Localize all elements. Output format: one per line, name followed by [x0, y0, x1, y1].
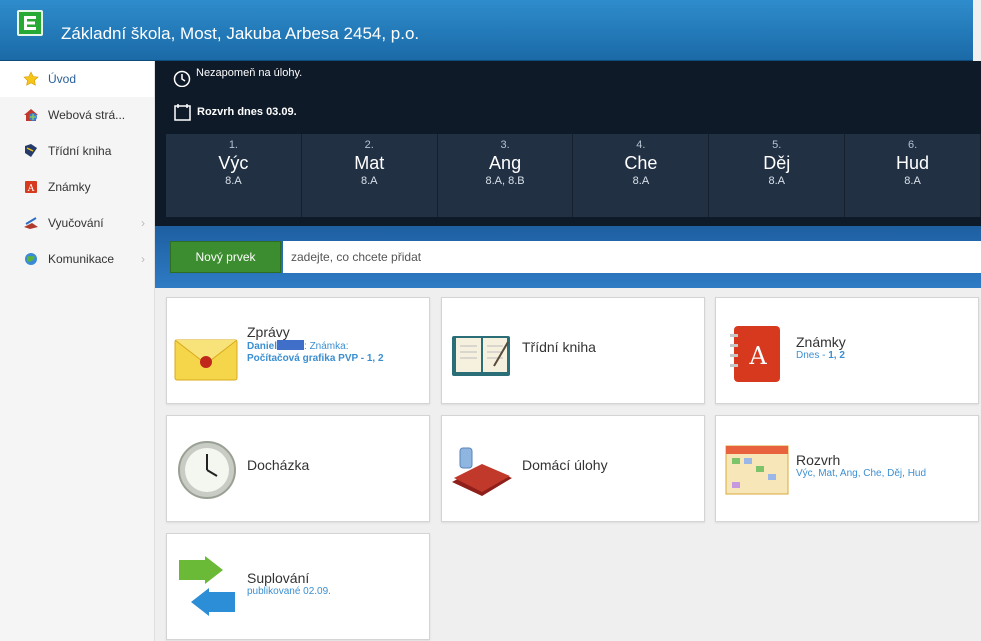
svg-text:A: A [748, 342, 767, 370]
teaching-icon [23, 215, 39, 231]
lesson-cell[interactable]: 2. Mat 8.A [301, 134, 438, 217]
header-edge [973, 0, 981, 61]
lesson-number: 2. [364, 139, 374, 151]
top-bar: Základní škola, Most, Jakuba Arbesa 2454… [0, 0, 981, 61]
today-schedule: 1. Výc 8.A 2. Mat 8.A 3. Ang 8.A, 8.B 4.… [166, 134, 981, 217]
svg-text:A: A [27, 184, 35, 194]
tile-title: Zprávy [247, 324, 290, 340]
lesson-cell[interactable]: 3. Ang 8.A, 8.B [437, 134, 574, 217]
module-tiles: Zprávy Daniel : Známka: Počítačová grafik… [155, 288, 981, 641]
sidebar-item-komunikace[interactable]: Komunikace › [0, 241, 154, 277]
schedule-heading-text: Rozvrh dnes 03.09. [197, 106, 297, 118]
sidebar-item-uvod[interactable]: Úvod [0, 61, 154, 97]
homework-icon [448, 438, 516, 502]
new-item-button[interactable]: Nový prvek [170, 241, 281, 273]
lesson-class: 8.A [632, 175, 650, 187]
redacted-name [277, 340, 305, 350]
tile-title: Docházka [247, 457, 310, 473]
lesson-class: 8.A, 8.B [485, 175, 525, 187]
lesson-cell[interactable]: 1. Výc 8.A [166, 134, 302, 217]
tile-title: Domácí úlohy [522, 457, 608, 473]
sidebar-item-znamky[interactable]: A Známky [0, 169, 154, 205]
lesson-number: 5. [772, 139, 782, 151]
sidebar-item-label: Komunikace [48, 252, 115, 266]
message-sender: Daniel [247, 341, 278, 352]
lesson-number: 6. [907, 139, 918, 151]
clock-icon [173, 70, 191, 87]
sidebar: Úvod Webová strá... Třídní kniha A Známk… [0, 61, 155, 641]
lesson-cell[interactable]: 5. Děj 8.A [709, 134, 846, 217]
dashboard-header-panel: Nezapomeň na úlohy. Rozvrh dnes 03.09. 1… [155, 61, 981, 226]
lesson-subject: Děj [763, 153, 791, 173]
lesson-subject: Výc [218, 153, 249, 173]
message-type: : Známka: [304, 341, 349, 352]
tile-znamky[interactable]: A Známky Dnes - 1, 2 [715, 297, 979, 404]
communication-icon [23, 251, 39, 267]
calendar-icon [174, 104, 191, 121]
quick-add-bar: Nový prvek [155, 226, 981, 288]
clock-icon [173, 438, 241, 502]
homework-reminder[interactable]: Nezapomeň na úlohy. [172, 67, 302, 87]
tile-dochazka[interactable]: Docházka [166, 415, 430, 522]
sidebar-item-vyucovani[interactable]: Vyučování › [0, 205, 154, 241]
envelope-icon [173, 320, 241, 384]
lesson-class: 8.A [904, 175, 921, 187]
new-item-input[interactable] [283, 241, 981, 273]
tile-tridni-kniha[interactable]: Třídní kniha [441, 297, 705, 404]
timetable-icon [722, 438, 790, 502]
substitution-published: publikované 02.09. [247, 586, 331, 597]
grades-today: 1, 2 [828, 350, 845, 361]
tile-suplovani[interactable]: Suplování publikované 02.09. [166, 533, 430, 640]
sidebar-item-label: Známky [48, 180, 91, 194]
chevron-right-icon: › [141, 252, 145, 266]
sidebar-item-tridni-kniha[interactable]: Třídní kniha [0, 133, 154, 169]
lesson-subject: Hud [896, 153, 930, 173]
tile-title: Třídní kniha [522, 339, 596, 355]
lesson-subject: Ang [489, 153, 522, 173]
sidebar-item-webova-stranka[interactable]: Webová strá... [0, 97, 154, 133]
tile-title: Známky [796, 334, 846, 350]
lesson-subject: Che [624, 153, 658, 173]
book-icon [23, 143, 39, 159]
timetable-subjects: Výc, Mat, Ang, Che, Děj, Hud [796, 468, 927, 479]
lesson-class: 8.A [360, 175, 378, 187]
message-detail: Počítačová grafika PVP - 1, 2 [247, 353, 384, 364]
lesson-class: 8.A [768, 175, 785, 187]
edookit-logo-icon[interactable] [17, 10, 43, 36]
lesson-subject: Mat [354, 153, 385, 173]
lesson-number: 1. [228, 139, 238, 151]
tile-domaci-ulohy[interactable]: Domácí úlohy [441, 415, 705, 522]
star-icon [23, 71, 39, 87]
grades-prefix: Dnes - [796, 350, 829, 361]
sidebar-item-label: Webová strá... [48, 108, 126, 122]
tile-zpravy[interactable]: Zprávy Daniel : Známka: Počítačová grafik… [166, 297, 430, 404]
tile-rozvrh[interactable]: Rozvrh Výc, Mat, Ang, Che, Děj, Hud [715, 415, 979, 522]
school-title: Základní škola, Most, Jakuba Arbesa 2454… [61, 24, 420, 43]
schedule-heading: Rozvrh dnes 03.09. [174, 103, 297, 121]
grades-icon: A [23, 179, 39, 195]
open-book-icon [448, 320, 516, 384]
grades-book-icon: A [722, 320, 790, 384]
tile-title: Suplování [247, 570, 310, 586]
reminder-text: Nezapomeň na úlohy. [196, 67, 303, 79]
lesson-number: 3. [500, 139, 510, 151]
sidebar-item-label: Úvod [48, 72, 77, 86]
sidebar-item-label: Vyučování [48, 216, 104, 230]
chevron-right-icon: › [141, 216, 145, 230]
tile-title: Rozvrh [796, 452, 841, 468]
lesson-cell[interactable]: 4. Che 8.A [573, 134, 710, 217]
web-icon [23, 107, 39, 123]
lesson-class: 8.A [225, 175, 242, 187]
sidebar-item-label: Třídní kniha [48, 144, 112, 158]
lesson-number: 4. [636, 139, 646, 151]
lesson-cell[interactable]: 6. Hud 8.A [845, 134, 981, 217]
substitution-arrows-icon [173, 556, 241, 620]
